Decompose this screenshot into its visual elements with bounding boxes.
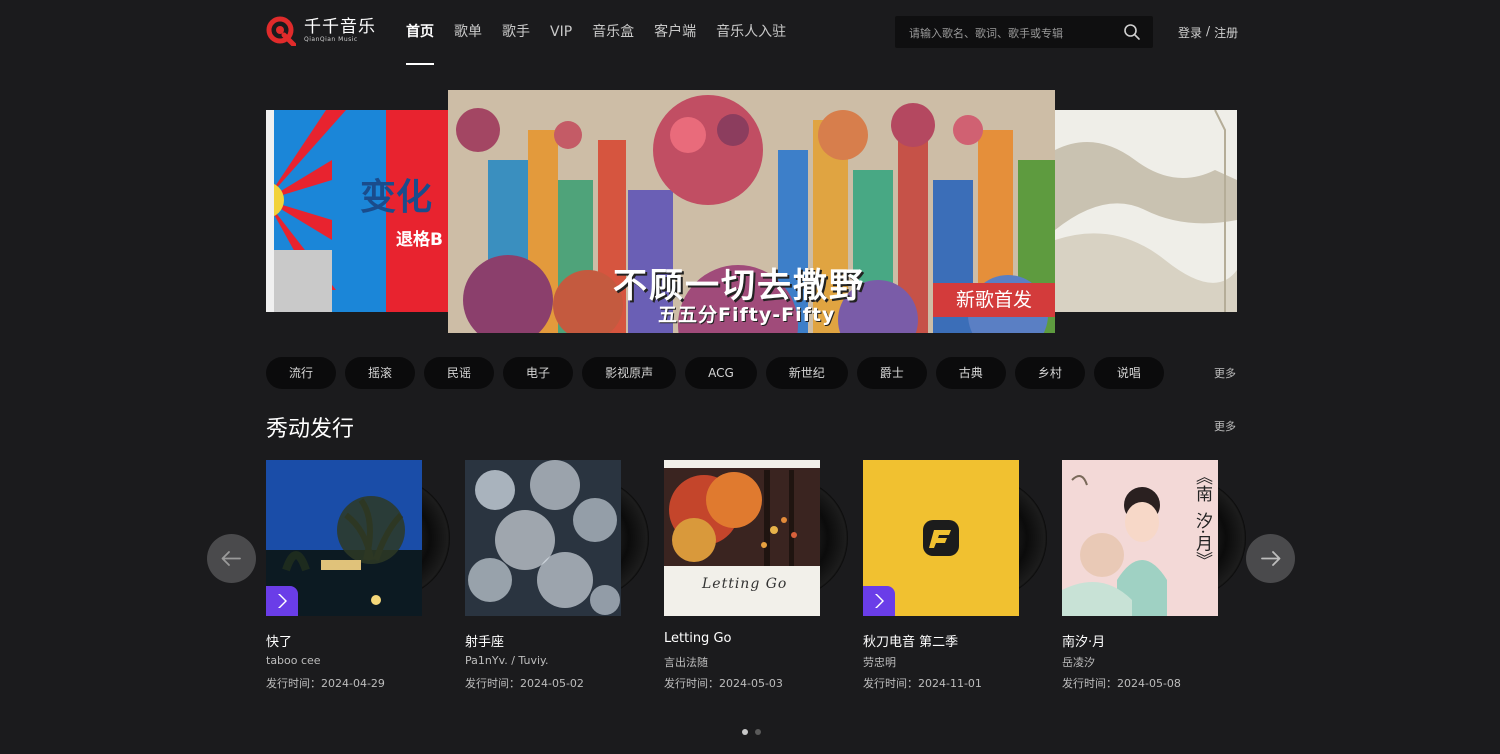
logo[interactable]: 千千音乐 QianQian Music xyxy=(266,16,376,46)
auth-separator: / xyxy=(1206,24,1211,38)
album-title[interactable]: 快了 xyxy=(266,631,292,650)
nav-music-box[interactable]: 音乐盒 xyxy=(592,22,634,42)
arrow-left-icon xyxy=(221,551,241,566)
nav-singers[interactable]: 歌手 xyxy=(502,22,530,42)
arrow-right-icon xyxy=(1261,551,1281,566)
genre-folk[interactable]: 民谣 xyxy=(424,357,495,389)
carousel-next-button[interactable] xyxy=(1246,534,1295,583)
section-title: 秀动发行 xyxy=(266,417,355,442)
genre-country[interactable]: 乡村 xyxy=(1014,357,1085,389)
carousel-pagination xyxy=(742,729,761,735)
album-cover[interactable] xyxy=(266,460,422,616)
album-release-date: 发行时间：2024-11-01 xyxy=(863,677,982,690)
logo-subtitle: QianQian Music xyxy=(304,36,358,43)
platform-badge xyxy=(266,586,298,616)
logo-icon xyxy=(266,16,296,46)
album-artist[interactable]: taboo cee xyxy=(266,654,321,667)
main-nav: 首页 歌单 歌手 VIP 音乐盒 客户端 音乐人入驻 xyxy=(406,22,806,65)
logo-title: 千千音乐 xyxy=(304,17,376,37)
banner-subtitle: 五五分Fifty-Fifty xyxy=(658,304,836,326)
banner-tag: 新歌首发 xyxy=(933,283,1055,317)
banner-prev-subtext: 退格B xyxy=(396,230,443,250)
album-title[interactable]: Letting Go xyxy=(664,631,731,646)
platform-badge-icon xyxy=(278,594,287,608)
album-cover[interactable]: Letting Go xyxy=(664,460,820,616)
genre-pop[interactable]: 流行 xyxy=(266,357,337,389)
genre-classical[interactable]: 古典 xyxy=(935,357,1006,389)
album-release-date: 发行时间：2024-05-02 xyxy=(465,677,584,690)
banner-carousel: 变化 退格B 不顾一切去撒野 五五分Fifty-Fifty 新歌首发 xyxy=(266,90,1237,333)
banner-next-image xyxy=(1055,110,1237,312)
register-link[interactable]: 注册 xyxy=(1214,24,1238,41)
search-box xyxy=(895,16,1153,50)
search-input[interactable] xyxy=(907,16,1111,50)
search-icon[interactable] xyxy=(1123,23,1141,41)
genre-soundtrack[interactable]: 影视原声 xyxy=(582,357,677,389)
nav-musician-join[interactable]: 音乐人入驻 xyxy=(716,22,786,42)
banner-slide-current[interactable]: 不顾一切去撒野 五五分Fifty-Fifty 新歌首发 xyxy=(448,90,1055,333)
banner-slide-prev[interactable]: 变化 退格B xyxy=(266,110,448,312)
album-cover[interactable] xyxy=(863,460,1019,616)
auth-links: 登录 / 注册 xyxy=(1178,24,1238,41)
album-cover-text: 汐·月》 xyxy=(1192,512,1212,569)
nav-playlists[interactable]: 歌单 xyxy=(454,22,482,42)
pagination-dot-2[interactable] xyxy=(755,729,761,735)
genre-electronic[interactable]: 电子 xyxy=(503,357,574,389)
genre-new-age[interactable]: 新世纪 xyxy=(765,357,848,389)
album-cover[interactable] xyxy=(465,460,621,616)
nav-client[interactable]: 客户端 xyxy=(654,22,696,42)
nav-vip[interactable]: VIP xyxy=(550,22,572,42)
genre-rock[interactable]: 摇滚 xyxy=(345,357,416,389)
section-more-link[interactable]: 更多 xyxy=(1214,418,1236,434)
platform-badge xyxy=(863,586,895,616)
genre-list: 流行 摇滚 民谣 电子 影视原声 ACG 新世纪 爵士 古典 乡村 说唱 xyxy=(266,357,1164,389)
header: 千千音乐 QianQian Music 首页 歌单 歌手 VIP 音乐盒 客户端… xyxy=(0,0,1500,66)
genre-rap[interactable]: 说唱 xyxy=(1093,357,1164,389)
album-cover[interactable]: 《南 汐·月》 xyxy=(1062,460,1218,616)
album-release-date: 发行时间：2024-05-03 xyxy=(664,677,783,690)
pagination-dot-1[interactable] xyxy=(742,729,748,735)
album-title[interactable]: 秋刀电音 第二季 xyxy=(863,631,958,650)
album-artist[interactable]: 岳凌汐 xyxy=(1062,654,1095,670)
genre-jazz[interactable]: 爵士 xyxy=(856,357,927,389)
carousel-prev-button[interactable] xyxy=(207,534,256,583)
album-cover-text: 《南 xyxy=(1192,468,1212,502)
genres-more-link[interactable]: 更多 xyxy=(1214,365,1236,381)
album-artist[interactable]: 劳忠明 xyxy=(863,654,896,670)
album-release-date: 发行时间：2024-04-29 xyxy=(266,677,385,690)
album-cover-text: Letting Go xyxy=(702,576,788,592)
platform-badge-icon xyxy=(875,594,884,608)
genre-acg[interactable]: ACG xyxy=(685,357,757,389)
nav-home[interactable]: 首页 xyxy=(406,22,434,65)
album-artist[interactable]: Pa1nYv. / Tuviy. xyxy=(465,654,548,667)
login-link[interactable]: 登录 xyxy=(1178,24,1202,41)
album-title[interactable]: 南汐·月 xyxy=(1062,631,1105,650)
album-cover-image xyxy=(664,460,820,616)
banner-prev-text: 变化 xyxy=(360,177,433,218)
album-cover-image xyxy=(465,460,621,616)
banner-slide-next[interactable] xyxy=(1055,110,1237,312)
album-artist[interactable]: 言出法随 xyxy=(664,654,708,670)
album-title[interactable]: 射手座 xyxy=(465,631,504,650)
album-release-date: 发行时间：2024-05-08 xyxy=(1062,677,1181,690)
